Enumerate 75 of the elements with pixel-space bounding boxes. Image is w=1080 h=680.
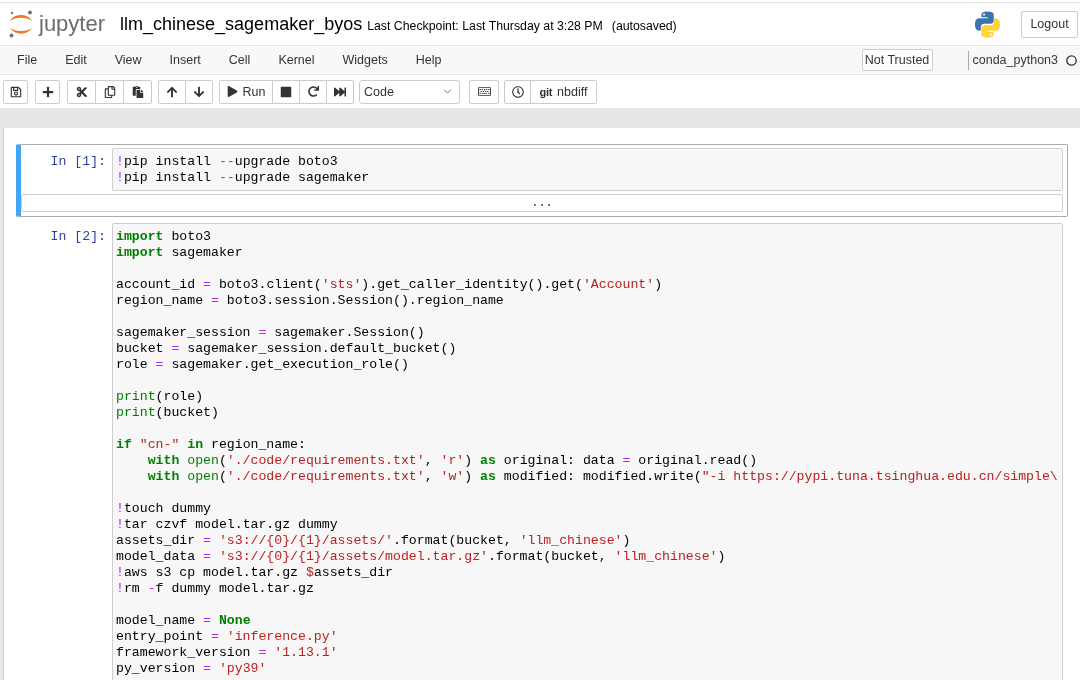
menu-item[interactable]: Help xyxy=(401,50,456,70)
code-line: !tar czvf model.tar.gz dummy xyxy=(116,517,338,533)
code-line: print(role) xyxy=(116,389,204,405)
code-line: region_name = boto3.session.Session().region_name xyxy=(116,293,504,309)
code-line: sagemaker_session = sagemaker.Session() xyxy=(116,325,425,341)
code-line: with open('./code/requirements.txt', 'w') as modified: modified.write("-i https://pypi.tuna.tsinghua.edu.cn/simple\ xyxy=(147,469,1058,485)
input-prompt: In [2]: xyxy=(49,228,107,245)
play-icon xyxy=(226,86,238,97)
logo-link[interactable]: jupyter xyxy=(8,10,106,38)
plus-icon xyxy=(41,85,54,98)
run-button[interactable]: Run xyxy=(219,79,273,104)
cell-type-select[interactable]: Code xyxy=(359,79,460,104)
keyboard-shortcuts-button[interactable] xyxy=(469,79,499,104)
menu-item[interactable]: Kernel xyxy=(264,50,329,70)
code-line: !touch dummy xyxy=(116,501,211,517)
down-arrow-icon xyxy=(193,85,205,98)
clock-icon xyxy=(511,85,524,98)
code-line: framework_version = '1.13.1' xyxy=(116,645,338,661)
menu-item[interactable]: File xyxy=(3,50,52,70)
selected-cell-frame[interactable]: In [1]: !pip install --upgrade boto3 !pip install --upgrade sagemaker ... xyxy=(16,144,1068,217)
menu-item[interactable]: Edit xyxy=(51,50,101,70)
arcs-logo-icon xyxy=(8,10,34,38)
code-line: !pip install --upgrade boto3 xyxy=(116,154,338,170)
input-prompt: In [1]: xyxy=(49,153,107,170)
menu-item[interactable]: Widgets xyxy=(328,50,402,70)
fast-forward-icon xyxy=(334,85,346,98)
code-line: py_version = 'py39' xyxy=(116,661,267,677)
menu-item[interactable]: Cell xyxy=(214,50,265,70)
scissors-icon xyxy=(75,85,88,98)
logo-icon xyxy=(974,10,1001,38)
up-arrow-icon xyxy=(166,85,178,98)
code-editor[interactable]: !pip install --upgrade boto3 !pip install --upgrade sagemaker xyxy=(112,148,1063,191)
copy-button[interactable] xyxy=(95,79,124,104)
code-line: !aws s3 cp model.tar.gz $assets_dir xyxy=(116,565,393,581)
run-all-button[interactable] xyxy=(326,79,354,104)
paste-icon xyxy=(131,85,144,98)
stop-button[interactable] xyxy=(272,79,300,104)
cut-button[interactable] xyxy=(67,79,96,104)
code-line: with open('./code/requirements.txt', 'r') as original: data = original.read() xyxy=(147,453,758,469)
nbdiff-button[interactable]: git nbdiff xyxy=(530,79,597,104)
code-line: model_name = None xyxy=(116,613,251,629)
code-line: !rm -f dummy model.tar.gz xyxy=(116,581,314,597)
move-down-button[interactable] xyxy=(185,79,213,104)
add-cell-button[interactable] xyxy=(35,79,60,104)
code-line: bucket = sagemaker_session.default_bucket() xyxy=(116,341,457,357)
code-line: if "cn-" in region_name: xyxy=(116,437,306,453)
circular-arrow-icon xyxy=(307,86,319,97)
code-line: !pip install --upgrade sagemaker xyxy=(116,170,370,186)
stop-icon xyxy=(280,85,292,98)
code-line: model_data = 's3://{0}/{1}/assets/model.tar.gz'.format(bucket, 'llm_chinese') xyxy=(116,549,726,565)
code-editor[interactable] xyxy=(112,223,1063,680)
code-line: import sagemaker xyxy=(116,245,243,261)
checkpoint-status: Last Checkpoint: Last Thursday at 3:28 PM xyxy=(367,18,603,33)
restart-button[interactable] xyxy=(299,79,327,104)
code-line: import boto3 xyxy=(116,229,211,245)
kernel-name[interactable]: conda_python3 xyxy=(972,53,1058,67)
save-icon xyxy=(9,85,22,98)
paste-button[interactable] xyxy=(123,79,152,104)
move-up-button[interactable] xyxy=(158,79,186,104)
keyboard-icon xyxy=(477,85,491,98)
notebook-title[interactable]: llm_chinese_sagemaker_byos xyxy=(120,13,363,35)
save-button[interactable] xyxy=(3,79,28,104)
menu-item[interactable]: Insert xyxy=(155,50,215,70)
history-button[interactable] xyxy=(504,79,531,104)
code-line: account_id = boto3.client('sts').get_caller_identity().get('Account') xyxy=(116,277,663,293)
code-line: entry_point = 'inference.py' xyxy=(116,629,338,645)
code-line: assets_dir = 's3://{0}/{1}/assets/'.format(bucket, 'llm_chinese') xyxy=(116,533,631,549)
logout-button[interactable]: Logout xyxy=(1021,10,1078,38)
menu-item[interactable]: View xyxy=(100,50,156,70)
code-line: role = sagemaker.get_execution_role() xyxy=(116,357,409,373)
copy-icon xyxy=(103,85,116,98)
code-line: print(bucket) xyxy=(116,405,219,421)
autosave-status: (autosaved) xyxy=(611,18,677,33)
collapsed-output-toggle[interactable]: ... xyxy=(21,194,1063,212)
trust-button[interactable]: Not Trusted xyxy=(861,49,933,71)
